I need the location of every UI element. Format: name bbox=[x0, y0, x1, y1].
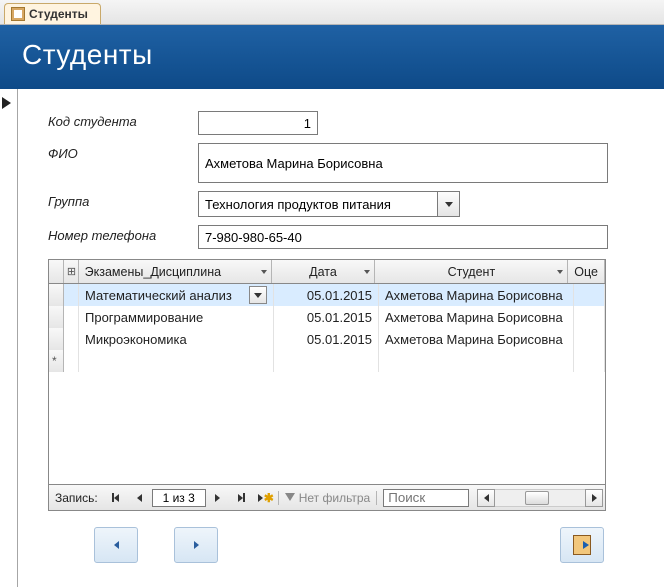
cell-discipline[interactable]: Математический анализ bbox=[79, 284, 274, 306]
cell-discipline[interactable]: Программирование bbox=[79, 306, 274, 328]
row-selector[interactable] bbox=[49, 328, 64, 350]
tab-students[interactable]: Студенты bbox=[4, 3, 101, 24]
record-selector-strip[interactable] bbox=[0, 89, 18, 587]
prev-record-button[interactable] bbox=[94, 527, 138, 563]
hscroll-right-button[interactable] bbox=[585, 489, 603, 507]
col-header-date[interactable]: Дата bbox=[272, 260, 376, 283]
label-group: Группа bbox=[48, 191, 198, 209]
funnel-icon bbox=[285, 493, 295, 503]
arrow-left-icon bbox=[114, 541, 119, 549]
cell-date[interactable]: 05.01.2015 bbox=[274, 306, 379, 328]
row-expand[interactable] bbox=[64, 306, 79, 328]
cell-student[interactable]: Ахметова Марина Борисовна bbox=[379, 284, 574, 306]
cell-grade[interactable] bbox=[574, 328, 605, 350]
label-fio: ФИО bbox=[48, 143, 198, 161]
page-title: Студенты bbox=[22, 39, 153, 70]
chevron-down-icon bbox=[445, 202, 453, 207]
cell-date[interactable]: 05.01.2015 bbox=[274, 284, 379, 306]
arrow-right-icon bbox=[194, 541, 199, 549]
exams-subform: ⊞ Экзамены_Дисциплина Дата Студент Оце М… bbox=[48, 259, 606, 511]
row-expand[interactable] bbox=[64, 328, 79, 350]
form-header: Студенты bbox=[0, 25, 664, 89]
chevron-down-icon bbox=[261, 270, 267, 274]
nav-next-button[interactable] bbox=[207, 488, 229, 508]
chevron-down-icon bbox=[254, 293, 262, 298]
nav-record-label: Запись: bbox=[49, 491, 104, 505]
col-header-student[interactable]: Студент bbox=[375, 260, 568, 283]
nav-search-input[interactable] bbox=[383, 489, 469, 507]
hscroll-thumb[interactable] bbox=[525, 491, 549, 505]
col-header-grade[interactable]: Оце bbox=[568, 260, 605, 283]
table-row[interactable]: Математический анализ05.01.2015Ахметова … bbox=[49, 284, 605, 306]
cell-grade[interactable] bbox=[574, 284, 605, 306]
cell-grade[interactable] bbox=[574, 306, 605, 328]
current-record-marker-icon bbox=[2, 97, 11, 109]
nav-prev-button[interactable] bbox=[129, 488, 151, 508]
row-selector[interactable] bbox=[49, 306, 64, 328]
nav-last-button[interactable] bbox=[231, 488, 253, 508]
phone-input[interactable] bbox=[198, 225, 608, 249]
table-row[interactable]: Программирование05.01.2015Ахметова Марин… bbox=[49, 306, 605, 328]
col-header-discipline[interactable]: Экзамены_Дисциплина bbox=[79, 260, 272, 283]
cell-student[interactable]: Ахметова Марина Борисовна bbox=[379, 306, 574, 328]
label-phone: Номер телефона bbox=[48, 225, 198, 243]
exit-door-icon bbox=[573, 535, 591, 555]
nav-new-button[interactable]: ✱ bbox=[255, 488, 277, 508]
close-form-button[interactable] bbox=[560, 527, 604, 563]
row-expand[interactable] bbox=[64, 284, 79, 306]
group-combobox[interactable] bbox=[198, 191, 438, 217]
next-record-button[interactable] bbox=[174, 527, 218, 563]
row-selector[interactable]: * bbox=[49, 350, 64, 372]
expand-header: ⊞ bbox=[64, 260, 79, 283]
new-record-row[interactable]: * bbox=[49, 350, 605, 372]
form-icon bbox=[11, 7, 25, 21]
cell-date[interactable]: 05.01.2015 bbox=[274, 328, 379, 350]
table-row[interactable]: Микроэкономика05.01.2015Ахметова Марина … bbox=[49, 328, 605, 350]
select-all-header[interactable] bbox=[49, 260, 64, 283]
nav-first-button[interactable] bbox=[105, 488, 127, 508]
group-dropdown-button[interactable] bbox=[438, 191, 460, 217]
student-code-input[interactable] bbox=[198, 111, 318, 135]
chevron-down-icon bbox=[557, 270, 563, 274]
cell-discipline[interactable]: Микроэкономика bbox=[79, 328, 274, 350]
cell-student[interactable]: Ахметова Марина Борисовна bbox=[379, 328, 574, 350]
hscroll-track[interactable] bbox=[495, 489, 585, 507]
nav-position-input[interactable] bbox=[152, 489, 206, 507]
row-selector[interactable] bbox=[49, 284, 64, 306]
tab-label: Студенты bbox=[29, 7, 88, 21]
hscroll-left-button[interactable] bbox=[477, 489, 495, 507]
nav-filter-indicator[interactable]: Нет фильтра bbox=[278, 491, 378, 505]
cell-dropdown-button[interactable] bbox=[249, 286, 267, 304]
fio-input[interactable] bbox=[198, 143, 608, 183]
chevron-down-icon bbox=[364, 270, 370, 274]
label-student-code: Код студента bbox=[48, 111, 198, 129]
filter-text: Нет фильтра bbox=[299, 491, 371, 505]
